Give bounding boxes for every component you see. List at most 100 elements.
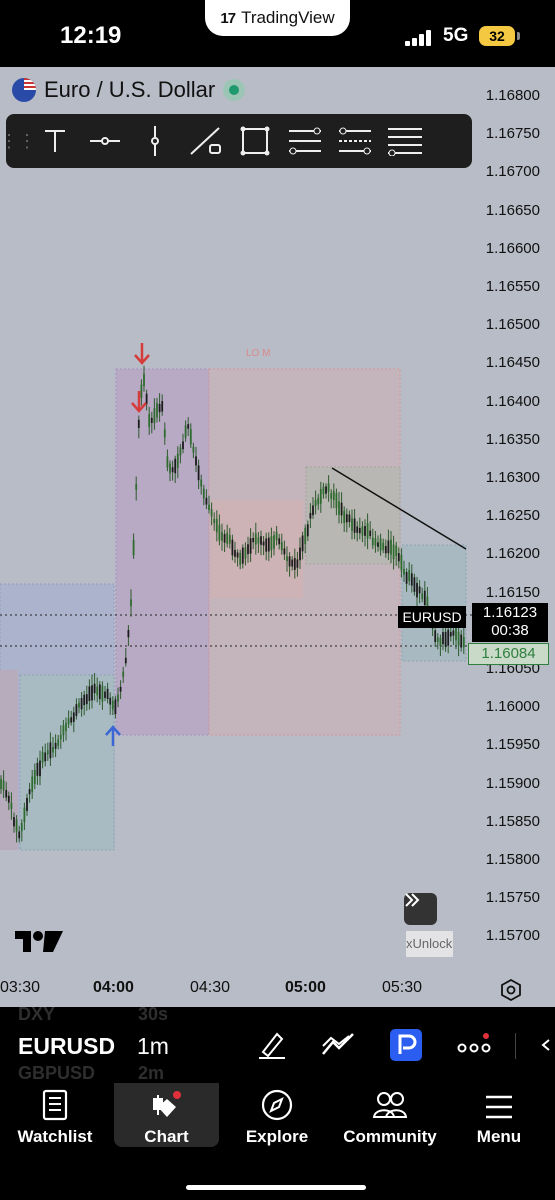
candle-body — [353, 518, 356, 533]
candle-body — [280, 542, 283, 551]
candle-body — [377, 542, 379, 547]
time-tick-label: 03:30 — [0, 979, 41, 996]
price-tick-label: 1.16700 — [485, 163, 540, 181]
indicators-icon[interactable] — [320, 1027, 356, 1063]
candle-body — [20, 822, 23, 832]
battery-icon — [517, 32, 520, 40]
candle-body — [49, 742, 52, 759]
candle-body — [54, 742, 57, 749]
candle-body — [338, 501, 340, 515]
candle-body — [400, 554, 403, 571]
double-chevron-right-icon — [405, 893, 420, 907]
interval-selector[interactable]: 1m — [137, 1033, 169, 1060]
candle-body — [392, 544, 395, 560]
candle-body — [348, 514, 351, 523]
scroll-to-latest-button[interactable] — [404, 893, 437, 925]
tab-menu[interactable]: Menu — [449, 1083, 549, 1147]
candle-body — [275, 531, 278, 541]
bar-countdown: 00:38 — [491, 622, 529, 639]
price-tick-label: 1.15850 — [485, 812, 540, 830]
candle-body — [382, 542, 385, 550]
battery-level: 32 — [479, 26, 515, 46]
price-tick-label: 1.16000 — [485, 698, 540, 716]
drag-handle-icon[interactable]: ⋮⋮ — [0, 114, 36, 168]
more-icon[interactable] — [456, 1027, 492, 1063]
candle-body — [163, 429, 166, 438]
horizontal-line-tool-icon[interactable] — [80, 114, 130, 168]
candle-body — [85, 694, 88, 705]
candle-body — [13, 817, 15, 827]
candle-body — [26, 797, 28, 811]
vertical-line-tool-icon[interactable] — [130, 114, 180, 168]
app-indicator-pill: 17 TradingView — [205, 0, 350, 36]
tab-community[interactable]: Community — [335, 1083, 445, 1147]
candle-body — [145, 393, 148, 405]
rectangle-tool-icon[interactable] — [230, 114, 280, 168]
price-tick-label: 1.15950 — [485, 736, 540, 754]
candle-body — [161, 401, 164, 412]
price-tick-label: 1.16400 — [485, 392, 540, 410]
multi-line-tool-icon[interactable] — [380, 114, 430, 168]
candle-body — [374, 538, 377, 546]
candle-body — [98, 684, 101, 700]
candle-body — [39, 760, 41, 777]
time-tick-label: 05:00 — [285, 979, 326, 996]
zone-box — [115, 368, 210, 736]
tab-explore[interactable]: Explore — [227, 1083, 327, 1147]
tab-chart[interactable]: Chart — [114, 1083, 219, 1147]
text-tool-icon[interactable] — [30, 114, 80, 168]
symbol-header[interactable]: Euro / U.S. Dollar — [12, 77, 246, 103]
candle-body — [132, 539, 135, 556]
candle-body — [226, 532, 229, 544]
candle-body — [117, 694, 119, 702]
candle-body — [119, 686, 122, 692]
candle-body — [312, 505, 314, 516]
price-tick-label: 1.15800 — [485, 851, 540, 868]
candle-body — [314, 500, 317, 507]
last-price: 1.16123 — [482, 604, 538, 621]
candle-body — [62, 725, 65, 736]
candle-body — [262, 541, 265, 546]
candle-body — [124, 657, 127, 664]
price-tick-label: 1.15900 — [485, 774, 540, 792]
price-tick-label: 1.16300 — [485, 469, 540, 486]
candle-body — [65, 722, 67, 732]
trend-line-tool-icon[interactable] — [180, 114, 230, 168]
candle-body — [148, 414, 151, 427]
candle-body — [249, 538, 252, 554]
candle-body — [442, 632, 444, 645]
app-logo-icon[interactable] — [388, 1027, 424, 1063]
price-axis[interactable]: 1.16800 1.16750 1.16700 1.16650 1.16600 1.165… — [465, 67, 555, 1007]
symbol-selector[interactable]: EURUSD — [18, 1033, 115, 1060]
unlock-banner[interactable]: xUnlock — [406, 931, 453, 957]
candle-body — [234, 549, 236, 557]
price-tick-label: 1.16650 — [485, 201, 540, 219]
candle-body — [122, 671, 125, 677]
fib-retracement-tool-icon[interactable] — [280, 114, 330, 168]
tab-watchlist[interactable]: Watchlist — [5, 1083, 105, 1147]
drawing-pen-icon[interactable] — [254, 1027, 290, 1063]
chart-area[interactable]: Euro / U.S. Dollar ⋮⋮ 1.16800 1.16750 1.16… — [0, 67, 555, 1007]
bottom-panel: DXY 30s EURUSD 1m GBPUSD 2m Watchlist Ch… — [0, 1004, 555, 1200]
candle-body — [460, 634, 463, 648]
candle-body — [101, 685, 104, 702]
candle-body — [228, 535, 231, 544]
candle-body — [236, 552, 239, 558]
candle-body — [358, 527, 361, 534]
candle-body — [366, 523, 369, 539]
ghost-interval-above: 30s — [138, 1004, 169, 1024]
candle-body — [88, 686, 91, 701]
candle-body — [174, 458, 177, 474]
candle-body — [67, 718, 70, 725]
tab-label: Chart — [144, 1127, 189, 1146]
candle-body — [7, 795, 10, 803]
parallel-channel-tool-icon[interactable] — [330, 114, 380, 168]
candle-body — [379, 538, 382, 551]
collapse-arrow-icon[interactable] — [535, 1027, 555, 1063]
candle-body — [387, 540, 390, 554]
candle-body — [283, 548, 286, 555]
candle-body — [215, 518, 218, 533]
candle-body — [223, 534, 226, 543]
candle-body — [345, 514, 348, 523]
candle-body — [111, 700, 114, 710]
